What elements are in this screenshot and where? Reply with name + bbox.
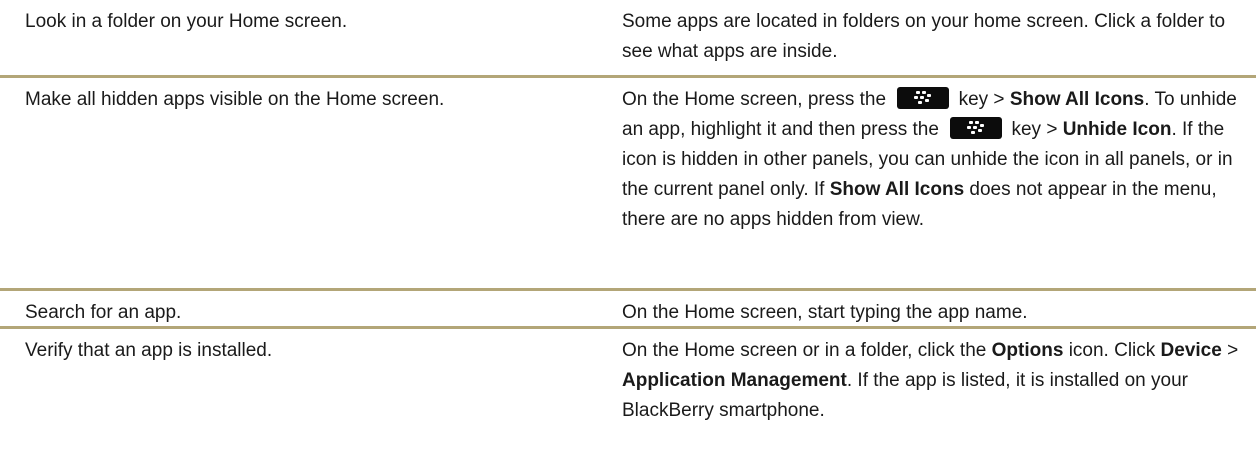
- task-cell: Verify that an app is installed.: [25, 340, 273, 361]
- detail-text: key >: [1011, 119, 1058, 140]
- menu-item-reference: Show All Icons: [829, 179, 965, 200]
- menu-item-reference: Show All Icons: [1009, 89, 1145, 110]
- blackberry-menu-key-icon: [950, 117, 1003, 139]
- blackberry-menu-key-icon: [897, 87, 950, 109]
- task-cell: Make all hidden apps visible on the Home…: [25, 89, 445, 110]
- detail-cell: Some apps are located in folders on your…: [622, 11, 1226, 62]
- troubleshooting-table: Look in a folder on your Home screen. So…: [0, 0, 1256, 449]
- task-cell: Search for an app.: [25, 302, 182, 323]
- ui-element-reference: Application Management: [622, 370, 847, 391]
- ui-element-reference: Device: [1160, 340, 1222, 361]
- ui-element-reference: Options: [991, 340, 1064, 361]
- detail-cell: On the Home screen, press the key > Show…: [622, 78, 1256, 288]
- detail-cell: On the Home screen, start typing the app…: [622, 302, 1028, 323]
- detail-text: On the Home screen or in a folder, click…: [622, 340, 987, 361]
- detail-text: >: [1227, 340, 1239, 361]
- menu-item-reference: Unhide Icon: [1062, 119, 1172, 140]
- detail-text: key >: [958, 89, 1005, 110]
- table-row: Look in a folder on your Home screen. So…: [0, 0, 1256, 78]
- table-row: Verify that an app is installed. On the …: [0, 329, 1256, 449]
- detail-text: icon. Click: [1068, 340, 1156, 361]
- table-row: Make all hidden apps visible on the Home…: [0, 78, 1256, 291]
- detail-cell: On the Home screen or in a folder, click…: [622, 329, 1256, 449]
- task-cell: Look in a folder on your Home screen.: [25, 11, 348, 32]
- detail-text: On the Home screen, press the: [622, 89, 887, 110]
- table-row: Search for an app. On the Home screen, s…: [0, 291, 1256, 329]
